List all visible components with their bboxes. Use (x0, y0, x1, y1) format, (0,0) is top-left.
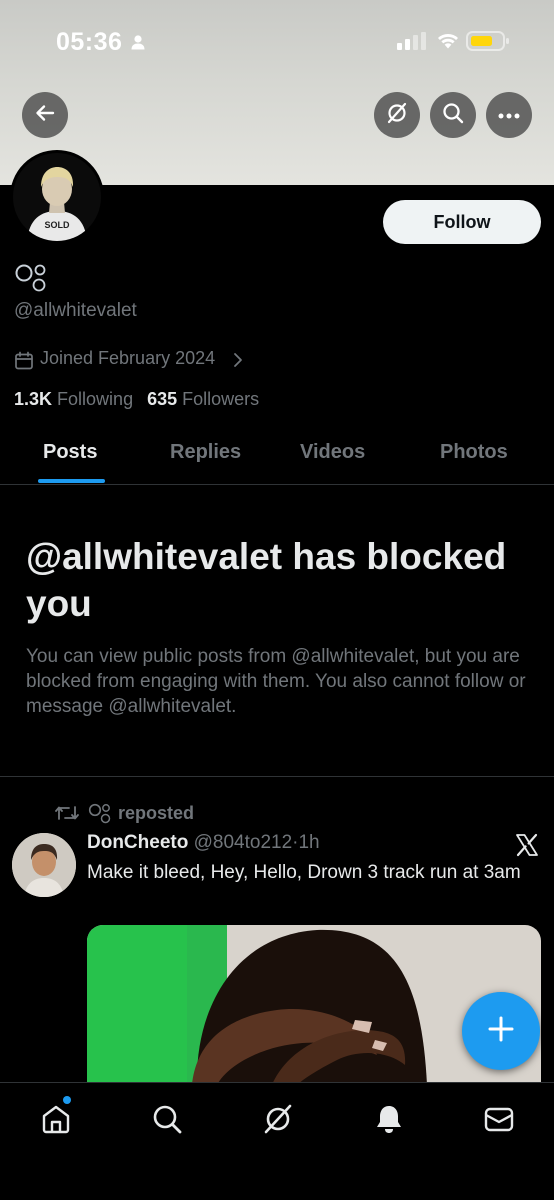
active-tab-indicator (38, 479, 105, 483)
grok-icon (385, 101, 409, 130)
compose-button[interactable] (462, 992, 540, 1070)
post-author-avatar[interactable] (12, 833, 76, 897)
blocked-description: You can view public posts from @allwhite… (26, 646, 526, 717)
plus-icon (487, 1015, 515, 1048)
tab-videos[interactable]: Videos (300, 441, 365, 464)
calendar-icon (14, 351, 34, 376)
nav-search[interactable] (151, 1103, 183, 1140)
nav-notifications[interactable] (373, 1103, 405, 1140)
post-text: Make it bleed, Hey, Hello, Drown 3 track… (87, 862, 521, 883)
more-options-button[interactable] (486, 92, 532, 138)
nav-home[interactable] (40, 1103, 72, 1140)
back-button[interactable] (22, 92, 68, 138)
divider (0, 776, 554, 777)
chevron-right-icon[interactable] (232, 352, 244, 373)
post-author-handle[interactable]: @804to212 (194, 832, 293, 853)
grok-icon (262, 1104, 294, 1139)
battery-low-power-icon (466, 30, 510, 57)
status-bar: 05:36 (0, 0, 554, 80)
profile-handle: @allwhitevalet (14, 300, 137, 321)
joined-date[interactable]: Joined February 2024 (40, 348, 215, 369)
tab-posts[interactable]: Posts (43, 441, 97, 464)
wifi-icon (436, 31, 460, 55)
following-count: 1.3K (14, 389, 53, 409)
profile-tabs: Posts Replies Videos Photos (0, 424, 554, 485)
repost-icon (55, 804, 79, 827)
nav-grok[interactable] (262, 1103, 294, 1140)
post-time: 1h (298, 832, 320, 853)
avatar-shirt-text: SOLD (44, 220, 70, 230)
search-button[interactable] (430, 92, 476, 138)
post-header: DonCheeto @804to212·1h (87, 832, 320, 854)
search-icon (151, 1105, 183, 1139)
more-horizontal-icon (498, 106, 520, 124)
bottom-navigation (0, 1082, 554, 1200)
post-avatar-image (12, 833, 76, 897)
repost-label[interactable]: reposted (118, 803, 194, 824)
bubbles-icon (14, 262, 48, 297)
follow-button[interactable]: Follow (383, 200, 541, 244)
bubbles-icon (88, 802, 112, 829)
grok-button[interactable] (374, 92, 420, 138)
follow-stats: 1.3K Following 635 Followers (14, 389, 259, 410)
tab-photos[interactable]: Photos (440, 441, 508, 464)
followers-label: Followers (182, 389, 260, 409)
following-link[interactable]: 1.3K Following (14, 389, 133, 409)
post-author-name[interactable]: DonCheeto (87, 832, 188, 853)
home-icon (40, 1105, 72, 1139)
x-logo-icon (515, 833, 539, 862)
person-icon (130, 34, 146, 55)
mail-icon (483, 1107, 515, 1139)
status-time: 05:36 (56, 28, 123, 56)
cellular-signal-icon (397, 32, 427, 55)
nav-messages[interactable] (483, 1103, 515, 1140)
followers-link[interactable]: 635 Followers (147, 389, 259, 409)
tab-replies[interactable]: Replies (170, 441, 241, 464)
following-label: Following (57, 389, 134, 409)
followers-count: 635 (147, 389, 178, 409)
home-notification-dot (63, 1096, 71, 1104)
arrow-left-icon (34, 102, 56, 129)
profile-avatar[interactable]: SOLD (10, 150, 104, 244)
blocked-title: @allwhitevalet has blocked you (26, 536, 507, 624)
bell-icon (373, 1106, 405, 1139)
avatar-image: SOLD (13, 153, 101, 241)
search-icon (441, 101, 465, 130)
